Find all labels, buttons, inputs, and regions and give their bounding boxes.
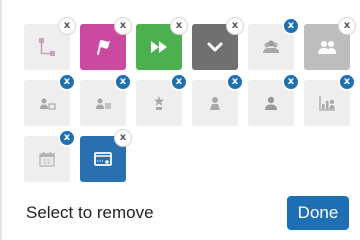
remove-badge[interactable]: x <box>114 73 132 91</box>
user-card-icon <box>40 98 56 110</box>
window-dots-icon <box>94 152 112 166</box>
chevron-down-icon <box>207 42 223 52</box>
team-icon <box>263 40 279 53</box>
tile-fast-forward[interactable]: x <box>136 17 188 70</box>
users-icon <box>318 41 336 54</box>
tile-user-chart[interactable]: x <box>304 73 356 126</box>
tile-chevron-down[interactable]: x <box>192 17 244 70</box>
tile-person[interactable]: x <box>192 73 244 126</box>
user-chart-icon <box>319 96 335 111</box>
remove-badge[interactable]: x <box>114 17 132 35</box>
tile-star-user[interactable]: x <box>136 73 188 126</box>
tile-flowchart[interactable]: x <box>24 17 76 70</box>
flowchart-icon <box>39 38 55 56</box>
remove-badge[interactable]: x <box>282 17 300 35</box>
remove-badge[interactable]: x <box>226 17 244 35</box>
tile-user-card[interactable]: x <box>24 73 76 126</box>
done-button[interactable]: Done <box>287 196 349 230</box>
remove-badge[interactable]: x <box>226 73 244 91</box>
tile-user-card-alt[interactable]: x <box>80 73 132 126</box>
tile-flag[interactable]: x <box>80 17 132 70</box>
remove-badge[interactable]: x <box>338 73 356 91</box>
remove-badge[interactable]: x <box>114 129 132 147</box>
remove-badge[interactable]: x <box>338 17 356 35</box>
remove-badge[interactable]: x <box>170 73 188 91</box>
star-user-icon <box>154 96 164 110</box>
calendar-icon <box>39 152 55 167</box>
tile-users[interactable]: x <box>304 17 356 70</box>
flag-icon <box>97 40 110 55</box>
remove-badge[interactable]: x <box>282 73 300 91</box>
status-text: Select to remove <box>26 203 154 222</box>
fast-forward-icon <box>151 41 167 53</box>
remove-badge[interactable]: x <box>58 17 76 35</box>
tile-team[interactable]: x <box>248 17 300 70</box>
person-solid-icon <box>265 96 277 110</box>
person-icon <box>210 97 220 110</box>
tile-person-solid[interactable]: x <box>248 73 300 126</box>
remove-badge[interactable]: x <box>58 129 76 147</box>
tile-calendar[interactable]: x <box>24 129 76 182</box>
remove-icons-panel: x x x x x x x x x x x x x x Select to re… <box>0 0 360 240</box>
tile-window-dots[interactable]: x <box>80 129 132 182</box>
remove-badge[interactable]: x <box>58 73 76 91</box>
user-card-alt-icon <box>96 98 111 109</box>
remove-badge[interactable]: x <box>170 17 188 35</box>
